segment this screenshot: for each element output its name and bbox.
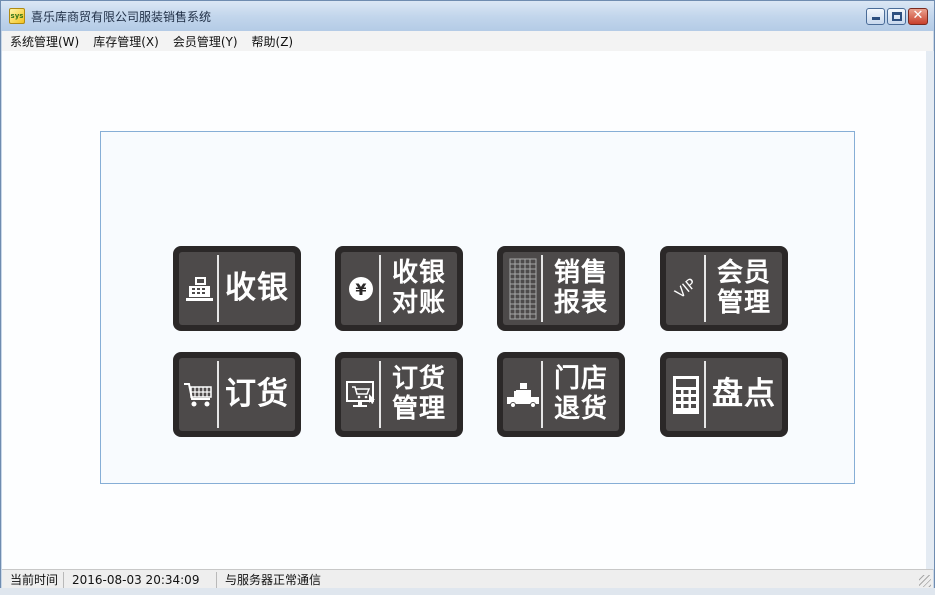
status-time-label: 当前时间 — [2, 571, 64, 588]
cash-register-icon — [182, 252, 216, 325]
tile-label: 销售 报表 — [545, 252, 617, 325]
menu-bar: 系统管理(W) 库存管理(X) 会员管理(Y) 帮助(Z) — [2, 31, 933, 51]
tile-divider — [541, 361, 543, 428]
app-window: sys 喜乐库商贸有限公司服装销售系统 ✕ 系统管理(W) 库存管理(X) 会员… — [0, 0, 935, 595]
yen-coin-icon: ¥ — [344, 252, 378, 325]
tile-order[interactable]: 订货 — [173, 352, 301, 437]
delivery-truck-icon — [506, 358, 540, 431]
tile-divider — [704, 255, 706, 322]
close-button[interactable]: ✕ — [908, 8, 928, 25]
tile-divider — [704, 361, 706, 428]
desktop-bottom-edge — [0, 588, 935, 595]
main-client-area: 收银 ¥ 收银 对账 销售 报表 VIP 会员 管理 订货 订货 管理 门店 退… — [2, 51, 926, 569]
tile-face: ¥ 收银 对账 — [341, 252, 457, 325]
grid-report-icon — [506, 252, 540, 325]
app-logo-icon: sys — [9, 8, 25, 24]
menu-system[interactable]: 系统管理(W) — [10, 33, 79, 50]
menu-inventory[interactable]: 库存管理(X) — [93, 33, 159, 50]
tile-face: VIP 会员 管理 — [666, 252, 782, 325]
tile-divider — [541, 255, 543, 322]
title-bar[interactable]: sys 喜乐库商贸有限公司服装销售系统 ✕ — [1, 1, 934, 31]
tile-label-line: 退货 — [553, 393, 608, 424]
window-right-edge — [926, 51, 934, 569]
tile-stocktake[interactable]: 盘点 — [660, 352, 788, 437]
shopping-cart-icon — [182, 358, 216, 431]
minimize-button[interactable] — [866, 8, 885, 25]
tile-label-line: 收银 — [225, 269, 289, 306]
tile-label-line: 订货 — [225, 375, 289, 412]
tile-label: 门店 退货 — [545, 358, 617, 431]
tile-face: 门店 退货 — [503, 358, 619, 431]
tile-sales-report[interactable]: 销售 报表 — [497, 246, 625, 331]
tile-face: 收银 — [179, 252, 295, 325]
calculator-icon — [669, 358, 703, 431]
tile-face: 订货 — [179, 358, 295, 431]
vip-icon-text: VIP — [672, 275, 700, 302]
window-title: 喜乐库商贸有限公司服装销售系统 — [31, 9, 212, 24]
status-server-connection: 与服务器正常通信 — [225, 573, 322, 587]
tile-label-line: 订货 — [391, 363, 446, 394]
tile-label: 收银 — [221, 252, 293, 325]
tile-label-line: 对账 — [391, 287, 446, 318]
tile-label: 收银 对账 — [383, 252, 455, 325]
tile-order-management[interactable]: 订货 管理 — [335, 352, 463, 437]
tile-face: 盘点 — [666, 358, 782, 431]
close-icon: ✕ — [912, 8, 924, 23]
tile-divider — [217, 255, 219, 322]
minimize-icon — [872, 17, 880, 20]
tile-label: 盘点 — [708, 358, 780, 431]
yen-symbol: ¥ — [355, 280, 366, 299]
tile-label-line: 管理 — [716, 287, 771, 318]
status-time-value: 2016-08-03 20:34:09 — [64, 571, 217, 588]
tile-divider — [379, 255, 381, 322]
tile-checkout-reconcile[interactable]: ¥ 收银 对账 — [335, 246, 463, 331]
tile-label-line: 门店 — [553, 363, 608, 394]
tile-label-line: 销售 — [553, 257, 608, 288]
resize-grip-icon[interactable] — [919, 575, 931, 587]
window-controls: ✕ — [866, 8, 928, 25]
monitor-cart-icon — [344, 358, 378, 431]
tile-label: 会员 管理 — [708, 252, 780, 325]
maximize-button[interactable] — [887, 8, 906, 25]
tile-label-line: 报表 — [553, 287, 608, 318]
tile-label: 订货 管理 — [383, 358, 455, 431]
tile-label: 订货 — [221, 358, 293, 431]
function-panel: 收银 ¥ 收银 对账 销售 报表 VIP 会员 管理 订货 订货 管理 门店 退… — [100, 131, 855, 484]
tile-label-line: 管理 — [391, 393, 446, 424]
tile-label-line: 会员 — [716, 257, 771, 288]
tile-member-management[interactable]: VIP 会员 管理 — [660, 246, 788, 331]
vip-icon: VIP — [669, 252, 703, 325]
tile-label-line: 收银 — [391, 257, 446, 288]
tile-store-return[interactable]: 门店 退货 — [497, 352, 625, 437]
tile-label-line: 盘点 — [712, 375, 776, 412]
tile-divider — [379, 361, 381, 428]
maximize-icon — [892, 12, 902, 21]
tile-face: 销售 报表 — [503, 252, 619, 325]
tile-face: 订货 管理 — [341, 358, 457, 431]
tile-divider — [217, 361, 219, 428]
status-bar: 当前时间 2016-08-03 20:34:09 与服务器正常通信 — [2, 569, 933, 589]
menu-help[interactable]: 帮助(Z) — [252, 33, 294, 50]
tile-checkout[interactable]: 收银 — [173, 246, 301, 331]
menu-members[interactable]: 会员管理(Y) — [173, 33, 238, 50]
